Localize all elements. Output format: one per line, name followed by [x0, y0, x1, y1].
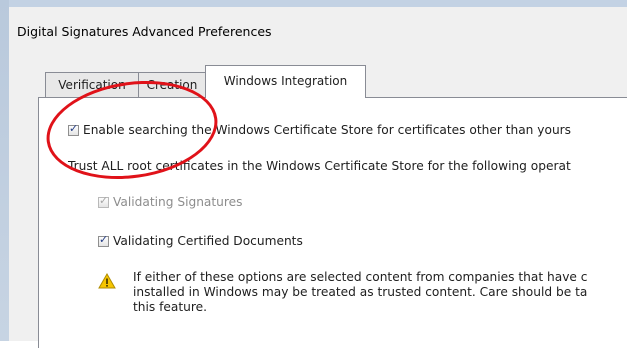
warning-icon: [98, 273, 116, 289]
warning-text-line-2: installed in Windows may be treated as t…: [133, 285, 588, 299]
validating-certified-label: Validating Certified Documents: [113, 234, 303, 248]
validating-signatures-checkbox: [98, 194, 109, 208]
window-frame-top: [0, 0, 627, 7]
enable-search-checkbox-row[interactable]: Enable searching the Windows Certificate…: [68, 122, 572, 137]
enable-search-checkbox[interactable]: [68, 122, 79, 136]
enable-search-label: Enable searching the Windows Certificate…: [83, 123, 572, 137]
validating-certified-row[interactable]: Validating Certified Documents: [98, 233, 303, 248]
validating-certified-checkbox[interactable]: [98, 233, 109, 247]
tab-verification[interactable]: Verification: [45, 72, 139, 97]
warning-text-line-1: If either of these options are selected …: [133, 270, 588, 284]
warning-text-line-3: this feature.: [133, 300, 207, 314]
tab-windows-integration[interactable]: Windows Integration: [205, 65, 366, 98]
validating-signatures-label: Validating Signatures: [113, 195, 243, 209]
validating-signatures-row: Validating Signatures: [98, 194, 243, 209]
window-frame-left: [0, 0, 9, 341]
tab-creation[interactable]: Creation: [138, 72, 206, 97]
trust-root-heading: Trust ALL root certificates in the Windo…: [68, 159, 571, 173]
dialog-title: Digital Signatures Advanced Preferences: [17, 24, 272, 39]
